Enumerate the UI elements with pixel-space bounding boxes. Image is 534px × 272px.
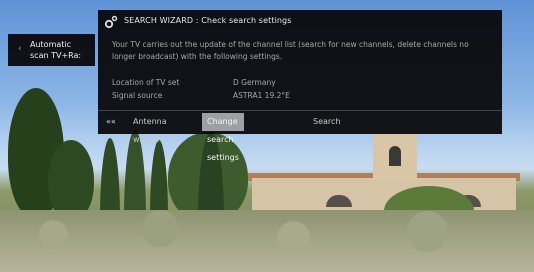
- tower-window: [389, 146, 401, 166]
- search-wizard-dialog: SEARCH WIZARD : Check search settings Yo…: [98, 10, 502, 162]
- dialog-description: Your TV carries out the update of the ch…: [112, 40, 469, 61]
- divider: [98, 110, 502, 111]
- chevron-left-icon[interactable]: ‹: [18, 44, 22, 54]
- side-menu-panel[interactable]: ‹ Automatic scan TV+Ra:: [8, 34, 95, 66]
- tv-screen: ‹ Automatic scan TV+Ra: SEARCH WIZARD : …: [0, 0, 534, 272]
- gear-icon: [104, 15, 118, 29]
- tree: [48, 140, 94, 220]
- side-menu-label: Automatic scan TV+Ra:: [30, 40, 82, 60]
- location-value: D Germany: [233, 78, 276, 87]
- nav-change-search-settings[interactable]: Change search settings: [202, 113, 244, 162]
- location-label: Location of TV set: [112, 78, 180, 87]
- dialog-header: SEARCH WIZARD : Check search settings: [104, 15, 496, 29]
- signal-source-value: ASTRA1 19.2°E: [233, 91, 290, 100]
- dialog-title: SEARCH WIZARD : Check search settings: [124, 16, 292, 25]
- foreground-shrubs: [0, 210, 534, 272]
- signal-source-label: Signal source: [112, 91, 163, 100]
- nav-antenna-wizard[interactable]: Antenna wizard: [128, 113, 172, 144]
- nav-search[interactable]: Search: [308, 113, 345, 131]
- double-chevron-left-icon[interactable]: ««: [106, 117, 122, 127]
